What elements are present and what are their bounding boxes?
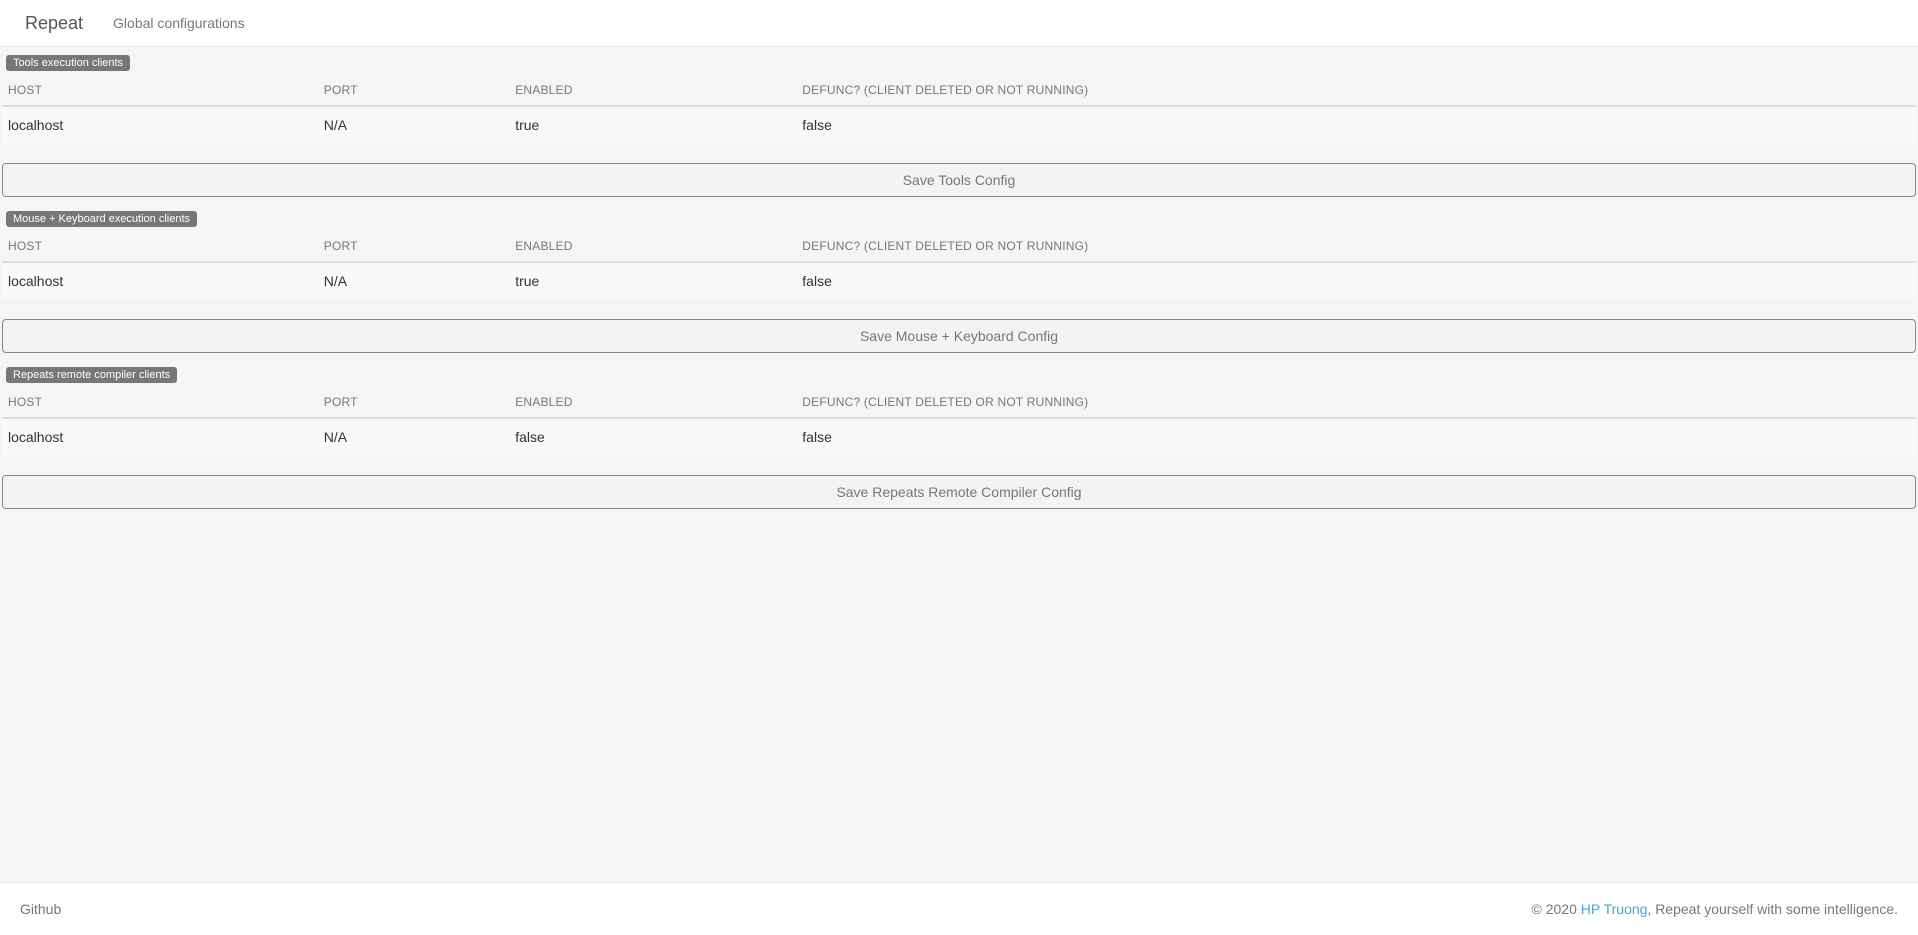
badge-tools-clients: Tools execution clients	[6, 55, 130, 71]
badge-repeats-compiler-clients: Repeats remote compiler clients	[6, 367, 177, 383]
cell-defunc: false	[796, 262, 1916, 299]
cell-defunc: false	[796, 418, 1916, 455]
col-header-enabled: ENABLED	[509, 231, 796, 262]
cell-defunc: false	[796, 106, 1916, 143]
cell-port: N/A	[318, 262, 509, 299]
nav-global-configurations[interactable]: Global configurations	[98, 15, 260, 31]
footer-copyright: © 2020 HP Truong, Repeat yourself with s…	[1532, 901, 1899, 917]
table-repeats-compiler-clients: HOST PORT ENABLED DEFUNC? (CLIENT DELETE…	[2, 387, 1916, 455]
cell-port: N/A	[318, 418, 509, 455]
main-content: Tools execution clients HOST PORT ENABLE…	[0, 47, 1918, 882]
save-mouse-keyboard-config-button[interactable]: Save Mouse + Keyboard Config	[2, 319, 1916, 353]
table-header-row: HOST PORT ENABLED DEFUNC? (CLIENT DELETE…	[2, 387, 1916, 418]
col-header-host: HOST	[2, 231, 318, 262]
cell-port: N/A	[318, 106, 509, 143]
navbar: Repeat Global configurations	[0, 0, 1918, 47]
table-mouse-keyboard-clients: HOST PORT ENABLED DEFUNC? (CLIENT DELETE…	[2, 231, 1916, 299]
table-row[interactable]: localhost N/A false false	[2, 418, 1916, 455]
navbar-brand[interactable]: Repeat	[15, 13, 98, 34]
cell-enabled: true	[509, 262, 796, 299]
table-row[interactable]: localhost N/A true false	[2, 262, 1916, 299]
col-header-defunc: DEFUNC? (CLIENT DELETED OR NOT RUNNING)	[796, 75, 1916, 106]
cell-host: localhost	[2, 418, 318, 455]
footer-copyright-suffix: , Repeat yourself with some intelligence…	[1647, 901, 1898, 917]
cell-enabled: false	[509, 418, 796, 455]
col-header-port: PORT	[318, 75, 509, 106]
save-tools-config-button[interactable]: Save Tools Config	[2, 163, 1916, 197]
col-header-defunc: DEFUNC? (CLIENT DELETED OR NOT RUNNING)	[796, 231, 1916, 262]
col-header-port: PORT	[318, 231, 509, 262]
cell-host: localhost	[2, 262, 318, 299]
col-header-host: HOST	[2, 75, 318, 106]
col-header-port: PORT	[318, 387, 509, 418]
col-header-enabled: ENABLED	[509, 75, 796, 106]
table-row[interactable]: localhost N/A true false	[2, 106, 1916, 143]
save-repeats-compiler-config-button[interactable]: Save Repeats Remote Compiler Config	[2, 475, 1916, 509]
footer-copyright-prefix: © 2020	[1532, 901, 1581, 917]
footer-github-link[interactable]: Github	[20, 901, 61, 917]
badge-mouse-keyboard-clients: Mouse + Keyboard execution clients	[6, 211, 197, 227]
footer: Github © 2020 HP Truong, Repeat yourself…	[0, 882, 1918, 935]
table-header-row: HOST PORT ENABLED DEFUNC? (CLIENT DELETE…	[2, 75, 1916, 106]
col-header-enabled: ENABLED	[509, 387, 796, 418]
table-header-row: HOST PORT ENABLED DEFUNC? (CLIENT DELETE…	[2, 231, 1916, 262]
cell-host: localhost	[2, 106, 318, 143]
table-tools-clients: HOST PORT ENABLED DEFUNC? (CLIENT DELETE…	[2, 75, 1916, 143]
cell-enabled: true	[509, 106, 796, 143]
footer-author-link[interactable]: HP Truong	[1581, 901, 1648, 917]
col-header-defunc: DEFUNC? (CLIENT DELETED OR NOT RUNNING)	[796, 387, 1916, 418]
col-header-host: HOST	[2, 387, 318, 418]
